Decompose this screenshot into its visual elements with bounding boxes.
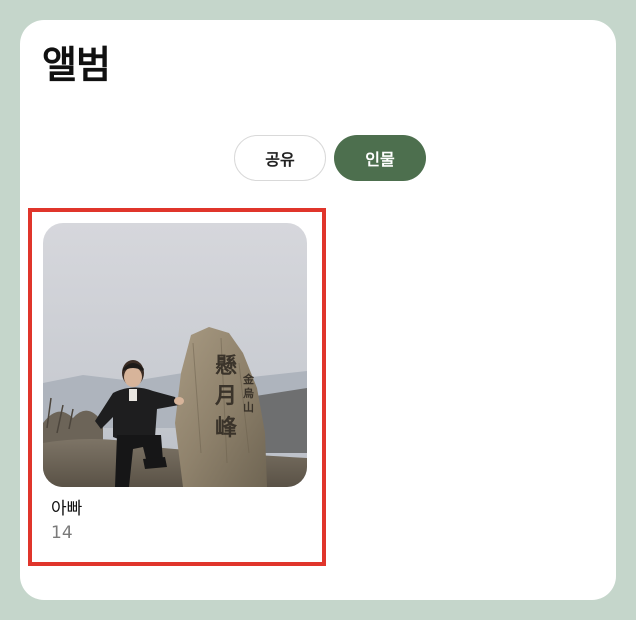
- album-card[interactable]: 懸 月 峰 金 烏 山 아빠 14: [43, 223, 307, 543]
- tab-people[interactable]: 인물: [334, 135, 426, 181]
- album-screen: 앨범 공유 인물 懸 月 峰 金 烏 山 아빠 14: [20, 20, 616, 600]
- svg-text:峰: 峰: [215, 415, 238, 441]
- svg-text:烏: 烏: [243, 386, 254, 400]
- album-photo-count: 14: [51, 523, 73, 543]
- album-type-segmented-control: 공유 인물: [234, 135, 426, 181]
- svg-text:金: 金: [242, 372, 255, 386]
- album-thumbnail: 懸 月 峰 金 烏 山: [43, 223, 307, 487]
- svg-text:月: 月: [214, 383, 237, 409]
- page-title: 앨범: [42, 43, 111, 87]
- device-frame: 앨범 공유 인물 懸 月 峰 金 烏 山 아빠 14: [0, 0, 636, 620]
- tab-shared[interactable]: 공유: [234, 135, 326, 181]
- svg-text:山: 山: [243, 400, 254, 414]
- album-name: 아빠: [51, 499, 83, 519]
- svg-text:懸: 懸: [215, 353, 237, 379]
